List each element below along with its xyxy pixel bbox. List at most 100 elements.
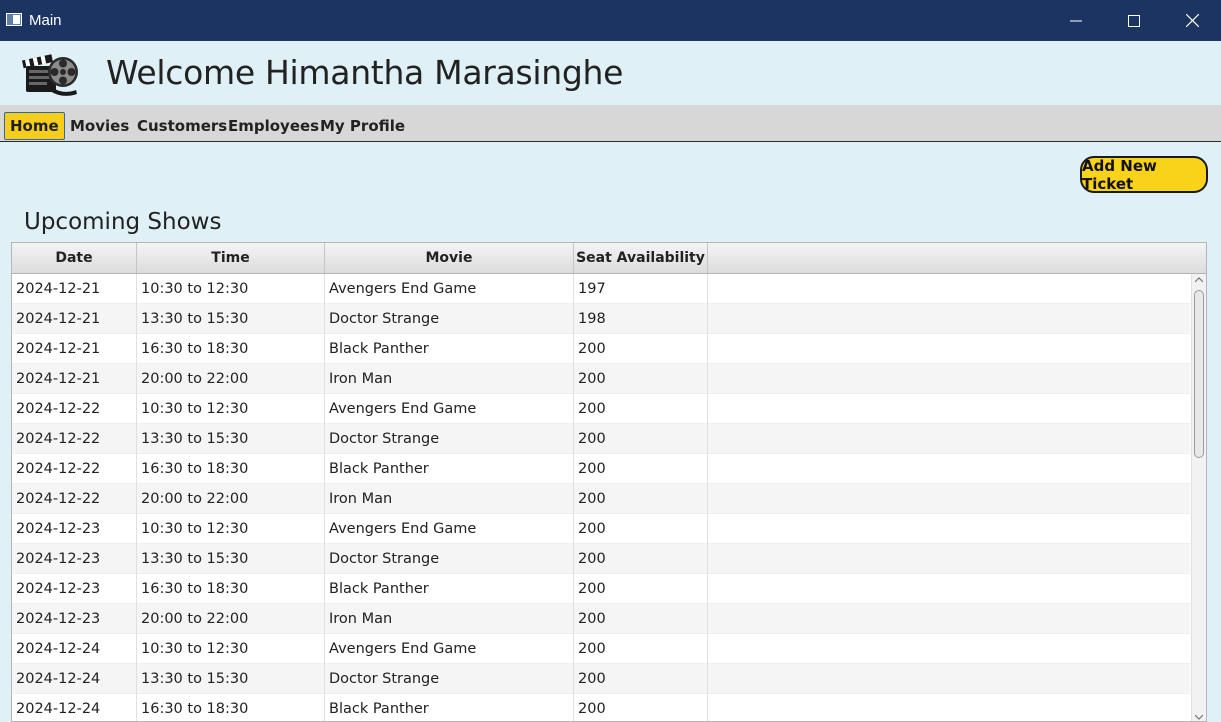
table-row[interactable]: 2024-12-22 20:00 to 22:00 Iron Man 200 <box>12 484 1190 514</box>
date-cell: 2024-12-23 <box>12 574 137 604</box>
filler-cell <box>708 364 1190 394</box>
time-cell: 16:30 to 18:30 <box>137 574 325 604</box>
filler-cell <box>708 514 1190 544</box>
section-title: Upcoming Shows <box>24 209 222 235</box>
column-header-seat-availability[interactable]: Seat Availability <box>574 243 708 273</box>
time-cell: 10:30 to 12:30 <box>137 634 325 664</box>
seat-availability-cell: 200 <box>574 544 708 574</box>
vertical-scrollbar[interactable] <box>1191 274 1206 721</box>
movie-cell: Doctor Strange <box>325 424 574 454</box>
filler-cell <box>708 634 1190 664</box>
movie-cell: Black Panther <box>325 694 574 721</box>
time-cell: 20:00 to 22:00 <box>137 484 325 514</box>
date-cell: 2024-12-23 <box>12 514 137 544</box>
table-row[interactable]: 2024-12-23 20:00 to 22:00 Iron Man 200 <box>12 604 1190 634</box>
date-cell: 2024-12-21 <box>12 334 137 364</box>
table-row[interactable]: 2024-12-22 13:30 to 15:30 Doctor Strange 20… <box>12 424 1190 454</box>
column-header-filler <box>708 243 1190 273</box>
date-cell: 2024-12-23 <box>12 604 137 634</box>
app-header: Welcome Himantha Marasinghe <box>0 41 1221 105</box>
date-cell: 2024-12-24 <box>12 634 137 664</box>
filler-cell <box>708 604 1190 634</box>
filler-cell <box>708 454 1190 484</box>
table-row[interactable]: 2024-12-23 13:30 to 15:30 Doctor Strange 20… <box>12 544 1190 574</box>
home-content: Add New Ticket Upcoming Shows Date Time … <box>0 142 1221 722</box>
table-row[interactable]: 2024-12-24 10:30 to 12:30 Avengers End Gam… <box>12 634 1190 664</box>
seat-availability-cell: 197 <box>574 274 708 304</box>
table-row[interactable]: 2024-12-21 20:00 to 22:00 Iron Man 200 <box>12 364 1190 394</box>
table-row[interactable]: 2024-12-24 13:30 to 15:30 Doctor Strange 20… <box>12 664 1190 694</box>
seat-availability-cell: 200 <box>574 364 708 394</box>
seat-availability-cell: 200 <box>574 394 708 424</box>
time-cell: 13:30 to 15:30 <box>137 424 325 454</box>
tab-bar: Home Movies Customers Employees My Profi… <box>0 105 1221 142</box>
seat-availability-cell: 200 <box>574 694 708 721</box>
table-row[interactable]: 2024-12-22 10:30 to 12:30 Avengers End Gam… <box>12 394 1190 424</box>
table-row[interactable]: 2024-12-21 16:30 to 18:30 Black Panther 200 <box>12 334 1190 364</box>
window-title: Main <box>29 12 62 29</box>
column-header-time[interactable]: Time <box>137 243 325 273</box>
tab-employees[interactable]: Employees <box>228 112 319 140</box>
movie-cell: Black Panther <box>325 454 574 484</box>
table-header: Date Time Movie Seat Availability <box>12 243 1206 274</box>
date-cell: 2024-12-22 <box>12 454 137 484</box>
tab-home[interactable]: Home <box>4 112 65 140</box>
tab-customers[interactable]: Customers <box>137 112 227 140</box>
seat-availability-cell: 200 <box>574 454 708 484</box>
seat-availability-cell: 198 <box>574 304 708 334</box>
filler-cell <box>708 574 1190 604</box>
table-row[interactable]: 2024-12-23 16:30 to 18:30 Black Panther 200 <box>12 574 1190 604</box>
seat-availability-cell: 200 <box>574 424 708 454</box>
column-header-movie[interactable]: Movie <box>325 243 574 273</box>
movie-cell: Black Panther <box>325 334 574 364</box>
column-header-date[interactable]: Date <box>12 243 137 273</box>
table-row[interactable]: 2024-12-23 10:30 to 12:30 Avengers End Gam… <box>12 514 1190 544</box>
seat-availability-cell: 200 <box>574 664 708 694</box>
time-cell: 16:30 to 18:30 <box>137 694 325 721</box>
seat-availability-cell: 200 <box>574 634 708 664</box>
time-cell: 13:30 to 15:30 <box>137 664 325 694</box>
date-cell: 2024-12-24 <box>12 694 137 721</box>
time-cell: 16:30 to 18:30 <box>137 334 325 364</box>
table-body: 2024-12-21 10:30 to 12:30 Avengers End Gam… <box>12 274 1190 721</box>
scroll-down-arrow-icon[interactable] <box>1195 714 1203 720</box>
minimize-button[interactable] <box>1047 0 1105 41</box>
tab-my-profile[interactable]: My Profile <box>320 112 405 140</box>
add-new-ticket-button[interactable]: Add New Ticket <box>1080 156 1208 193</box>
movie-cell: Black Panther <box>325 574 574 604</box>
date-cell: 2024-12-24 <box>12 664 137 694</box>
scroll-up-arrow-icon[interactable] <box>1195 277 1203 283</box>
scrollbar-thumb[interactable] <box>1194 290 1204 458</box>
date-cell: 2024-12-21 <box>12 304 137 334</box>
table-row[interactable]: 2024-12-21 13:30 to 15:30 Doctor Strange 19… <box>12 304 1190 334</box>
filler-cell <box>708 544 1190 574</box>
date-cell: 2024-12-22 <box>12 394 137 424</box>
seat-availability-cell: 200 <box>574 514 708 544</box>
time-cell: 10:30 to 12:30 <box>137 514 325 544</box>
movie-cell: Iron Man <box>325 484 574 514</box>
seat-availability-cell: 200 <box>574 334 708 364</box>
filler-cell <box>708 424 1190 454</box>
minimize-icon <box>1070 20 1082 21</box>
time-cell: 16:30 to 18:30 <box>137 454 325 484</box>
date-cell: 2024-12-23 <box>12 544 137 574</box>
time-cell: 20:00 to 22:00 <box>137 364 325 394</box>
table-row[interactable]: 2024-12-22 16:30 to 18:30 Black Panther 200 <box>12 454 1190 484</box>
maximize-button[interactable] <box>1105 0 1163 41</box>
time-cell: 20:00 to 22:00 <box>137 604 325 634</box>
date-cell: 2024-12-21 <box>12 274 137 304</box>
seat-availability-cell: 200 <box>574 484 708 514</box>
close-button[interactable] <box>1163 0 1221 41</box>
movie-cell: Avengers End Game <box>325 274 574 304</box>
movie-cell: Avengers End Game <box>325 634 574 664</box>
film-clapper-reel-icon <box>22 54 78 96</box>
table-row[interactable]: 2024-12-21 10:30 to 12:30 Avengers End Gam… <box>12 274 1190 304</box>
time-cell: 10:30 to 12:30 <box>137 394 325 424</box>
table-row[interactable]: 2024-12-24 16:30 to 18:30 Black Panther 200 <box>12 694 1190 721</box>
filler-cell <box>708 274 1190 304</box>
upcoming-shows-table[interactable]: Date Time Movie Seat Availability 2024-1… <box>11 242 1207 722</box>
tab-movies[interactable]: Movies <box>70 112 129 140</box>
movie-cell: Doctor Strange <box>325 304 574 334</box>
movie-cell: Avengers End Game <box>325 514 574 544</box>
time-cell: 13:30 to 15:30 <box>137 544 325 574</box>
